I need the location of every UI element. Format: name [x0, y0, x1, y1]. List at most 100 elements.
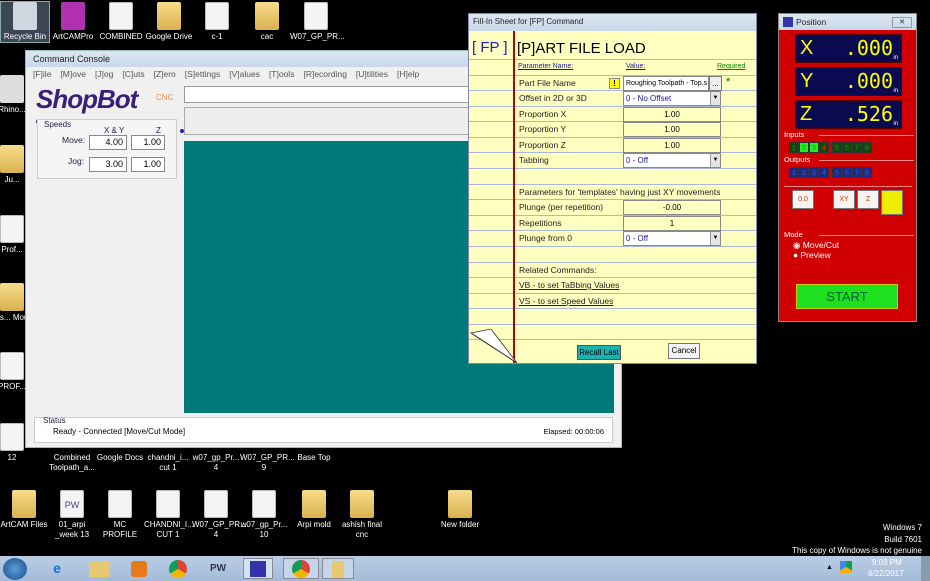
artcam-icon — [61, 2, 85, 30]
cancel-button[interactable]: Cancel — [668, 343, 700, 359]
plunge-from-0-value: 0 - Off — [626, 234, 649, 243]
desktop-icon-w07-gp-10[interactable]: w07_gp_Pr... 10 — [240, 490, 288, 540]
desktop-icon-w07-gp-4[interactable]: W07_GP_PR... 4 — [192, 490, 247, 540]
google-drive-tray-icon[interactable] — [840, 561, 852, 573]
desktop-icon-chandni-cut[interactable]: CHANDNI_I... CUT 1 — [144, 490, 194, 540]
proportion-z-field[interactable]: 1.00 — [623, 137, 721, 153]
menu-help[interactable]: [H]elp — [397, 69, 419, 81]
chevron-down-icon[interactable]: ▼ — [710, 232, 720, 245]
zero-z-button[interactable]: Z — [857, 190, 879, 209]
header-param-name: Parameter Name: — [518, 63, 574, 70]
desktop-icon-google-drive[interactable]: Google Drive — [145, 2, 193, 42]
pw-app-icon[interactable]: PW — [203, 558, 233, 579]
offset-select[interactable]: 0 - No Offset ▼ — [623, 91, 721, 106]
status-group: Status Ready - Connected [Move/Cut Mode]… — [34, 416, 613, 443]
desktop-icon-combined-toolpath[interactable]: Combined Toolpath_a... — [48, 453, 96, 473]
logo-cnc: CNC — [156, 93, 174, 102]
move-z-field[interactable]: 1.00 — [131, 135, 165, 150]
link-vb[interactable]: VB - to set TaBbing Values — [519, 280, 619, 290]
clock-date[interactable]: 6/22/2017 — [868, 569, 904, 578]
desktop-icon-w07-4[interactable]: w07_gp_Pr... 4 — [192, 453, 240, 473]
chrome-user-icon[interactable] — [283, 558, 319, 579]
desktop-icon-google-docs[interactable]: Google Docs — [96, 453, 144, 463]
menu-tools[interactable]: [T]ools — [269, 69, 295, 81]
indicator-dot — [180, 129, 184, 133]
desktop-icon-base-top[interactable]: Base Top — [290, 453, 338, 463]
keypad-button[interactable] — [881, 190, 903, 215]
menu-move[interactable]: [M]ove — [60, 69, 86, 81]
desktop-icon-01-arpi[interactable]: PW 01_arpi _week 13 — [48, 490, 96, 540]
folder-icon — [448, 490, 472, 518]
divider — [784, 186, 912, 187]
folder-app-icon[interactable] — [322, 558, 354, 579]
plunge-field[interactable]: -0.00 — [623, 200, 721, 215]
chrome-icon[interactable] — [163, 558, 193, 579]
shopbot-logo: ShopBot — [36, 84, 138, 114]
header-required: Required — [717, 63, 746, 70]
menu-cuts[interactable]: [C]uts — [122, 69, 144, 81]
mode-preview[interactable]: ● Preview — [793, 250, 831, 260]
chevron-down-icon[interactable]: ▼ — [710, 154, 720, 167]
axis-name: Y — [800, 70, 814, 92]
jog-xy-field[interactable]: 3.00 — [89, 157, 127, 172]
required-star-icon: * — [726, 75, 731, 88]
desktop-icon-artcampro[interactable]: ArtCAMPro — [49, 2, 97, 42]
fill-in-sheet-window: Fill-In Sheet for [FP] Command [ FP ] [P… — [468, 13, 757, 364]
media-player-icon[interactable] — [124, 558, 154, 579]
file-explorer-icon[interactable] — [84, 558, 114, 579]
move-label: Move: — [62, 135, 86, 145]
close-icon[interactable]: ✕ — [892, 16, 912, 28]
menu-file[interactable]: [F]ile — [33, 69, 51, 81]
desktop-icon-cac[interactable]: cac — [243, 2, 291, 42]
jog-z-field[interactable]: 1.00 — [131, 157, 165, 172]
internet-explorer-icon[interactable]: e — [42, 558, 72, 579]
menu-zero[interactable]: [Z]ero — [154, 69, 176, 81]
chevron-down-icon[interactable]: ▼ — [710, 92, 720, 105]
output-5: 5 — [832, 167, 842, 178]
file-icon — [304, 2, 328, 30]
clock-time[interactable]: 9:03 PM — [872, 558, 902, 567]
zero-origin-button[interactable]: 0,0 — [792, 190, 814, 209]
start-button-icon[interactable] — [3, 558, 27, 580]
menu-utilities[interactable]: [U]tilities — [356, 69, 388, 81]
start-button[interactable]: START — [796, 284, 898, 309]
desktop-icon-arpi-mold[interactable]: Arpi mold — [290, 490, 338, 530]
menu-settings[interactable]: [S]ettings — [185, 69, 220, 81]
output-2: 2 — [799, 167, 809, 178]
proportion-y-field[interactable]: 1.00 — [623, 122, 721, 137]
plunge-from-0-select[interactable]: 0 - Off ▼ — [623, 231, 721, 246]
templates-note: Parameters for 'templates' having just X… — [519, 186, 721, 197]
menu-recording[interactable]: [R]ecording — [303, 69, 346, 81]
repetitions-label: Repetitions — [519, 217, 562, 228]
recall-last-button[interactable]: Recall Last — [577, 345, 621, 360]
input-2: 2 — [799, 142, 809, 153]
desktop-icon-c-1[interactable]: c-1 — [193, 2, 241, 42]
folder-icon — [302, 490, 326, 518]
tray-expand-icon[interactable]: ▲ — [826, 564, 833, 571]
move-xy-field[interactable]: 4.00 — [89, 135, 127, 150]
tabbing-select[interactable]: 0 - Off ▼ — [623, 153, 721, 168]
desktop-icon-ashish-final[interactable]: ashish final cnc — [338, 490, 386, 540]
show-desktop-button[interactable] — [921, 556, 930, 581]
desktop-icon-new-folder[interactable]: New folder — [436, 490, 484, 530]
desktop-icon-w07-9[interactable]: W07_GP_PR... 9 — [240, 453, 295, 473]
shopbot-app-icon[interactable] — [243, 558, 273, 579]
speeds-title: Speeds — [44, 120, 72, 129]
menu-jog[interactable]: [J]og — [95, 69, 113, 81]
repetitions-field[interactable]: 1 — [623, 215, 721, 231]
desktop-icon-chandni[interactable]: chandni_i... cut 1 — [144, 453, 192, 473]
plunge-label: Plunge (per repetition) — [519, 202, 604, 212]
desktop-icon-w07[interactable]: W07_GP_PR... — [290, 2, 345, 42]
warning-icon[interactable]: ! — [609, 77, 620, 89]
menu-values[interactable]: [V]alues — [229, 69, 260, 81]
browse-button[interactable]: ... — [709, 75, 722, 91]
desktop-icon-artcam-files[interactable]: ArtCAM Files — [0, 490, 48, 530]
desktop-icon-recycle-bin[interactable]: Recycle Bin — [0, 1, 50, 43]
link-vs[interactable]: VS - to set Speed Values — [519, 296, 613, 306]
desktop-icon-mc-profile[interactable]: MC PROFILE — [96, 490, 144, 540]
file-icon — [0, 215, 24, 243]
zero-xy-button[interactable]: XY — [833, 190, 855, 209]
part-file-field[interactable]: Roughing Toolpath - Top.s — [623, 75, 709, 91]
desktop-icon-combined[interactable]: COMBINED — [97, 2, 145, 42]
proportion-x-field[interactable]: 1.00 — [623, 106, 721, 122]
